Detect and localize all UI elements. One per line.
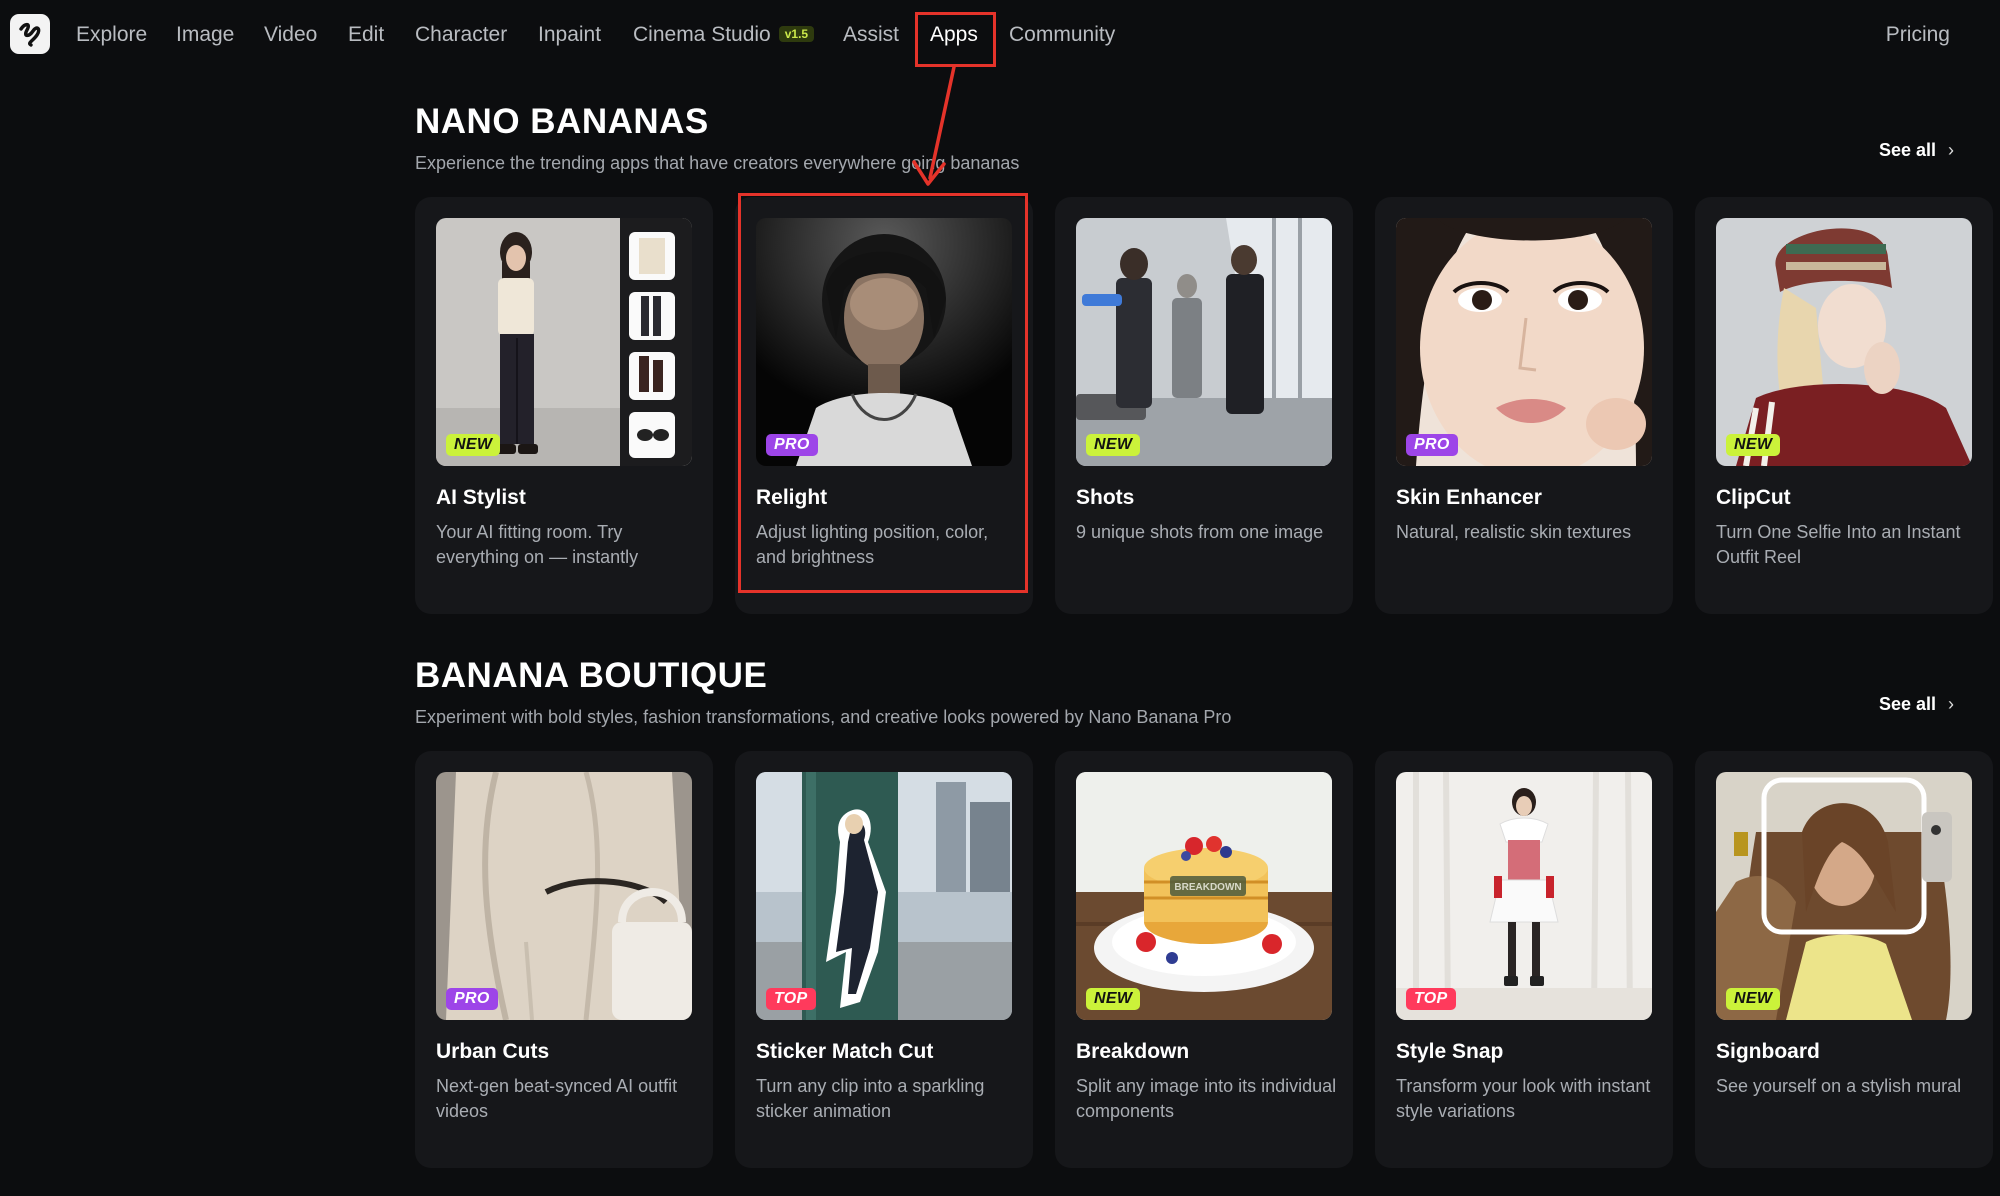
- app-thumbnail: NEW: [1076, 218, 1332, 466]
- app-thumbnail: PRO: [756, 218, 1012, 466]
- app-description: Next-gen beat-synced AI outfit videos: [436, 1076, 678, 1121]
- app-description: Turn One Selfie Into an Instant Outfit R…: [1716, 522, 1961, 567]
- app-thumbnail: TOP: [756, 772, 1012, 1020]
- tag-badge: PRO: [766, 434, 818, 456]
- nav-assist[interactable]: Assist: [843, 22, 899, 48]
- app-title: Style Snap: [1396, 1040, 1504, 1063]
- app-description: Split any image into its individual comp…: [1076, 1076, 1337, 1121]
- nav-inpaint[interactable]: Inpaint: [538, 22, 601, 48]
- app-thumbnail: PRO: [436, 772, 692, 1020]
- nav-cinema-studio-label: Cinema Studio: [633, 23, 771, 46]
- nav-video[interactable]: Video: [264, 22, 317, 48]
- version-badge: v1.5: [778, 26, 815, 42]
- app-description: 9 unique shots from one image: [1076, 522, 1324, 542]
- app-thumbnail: BREAKDOWN NEW: [1076, 772, 1332, 1020]
- app-description: Turn any clip into a sparkling sticker a…: [756, 1076, 985, 1121]
- app-title: AI Stylist: [436, 486, 526, 509]
- tag-badge: NEW: [1086, 434, 1141, 456]
- tag-badge: PRO: [1406, 434, 1458, 456]
- app-thumbnail: NEW: [1716, 218, 1972, 466]
- app-card-sticker-match-cut[interactable]: TOP Sticker Match Cut Turn any clip into…: [735, 751, 1033, 1168]
- nav-community[interactable]: Community: [1009, 22, 1115, 48]
- section-subtitle-nano-bananas: Experience the trending apps that have c…: [415, 153, 1020, 173]
- app-thumbnail: NEW: [1716, 772, 1972, 1020]
- app-thumbnail: NEW: [436, 218, 692, 466]
- tag-badge: NEW: [446, 434, 501, 456]
- section-title-nano-bananas: NANO BANANAS: [415, 102, 709, 141]
- tag-badge: NEW: [1726, 988, 1781, 1010]
- tag-badge: TOP: [766, 988, 816, 1010]
- tag-badge: PRO: [446, 988, 498, 1010]
- app-card-clipcut[interactable]: NEW ClipCut Turn One Selfie Into an Inst…: [1695, 197, 1993, 614]
- app-description: Adjust lighting position, color, and bri…: [756, 522, 989, 567]
- app-title: Signboard: [1716, 1040, 1820, 1063]
- app-card-breakdown[interactable]: BREAKDOWN NEW Breakdown Split any image …: [1055, 751, 1353, 1168]
- app-title: Sticker Match Cut: [756, 1040, 934, 1063]
- app-description: Natural, realistic skin textures: [1396, 522, 1632, 542]
- app-title: Skin Enhancer: [1396, 486, 1542, 509]
- nav-cinema-studio[interactable]: Cinema Studio v1.5: [633, 22, 815, 48]
- app-description: See yourself on a stylish mural: [1716, 1076, 1962, 1096]
- overlay-label: BREAKDOWN: [1174, 882, 1241, 893]
- app-description: Your AI fitting room. Try everything on …: [436, 522, 639, 567]
- logo-icon[interactable]: [10, 14, 50, 54]
- app-card-signboard[interactable]: NEW Signboard See yourself on a stylish …: [1695, 751, 1993, 1168]
- nav-character[interactable]: Character: [415, 22, 507, 48]
- app-title: Shots: [1076, 486, 1135, 509]
- section-title-banana-boutique: BANANA BOUTIQUE: [415, 656, 768, 695]
- tag-badge: NEW: [1726, 434, 1781, 456]
- app-card-shots[interactable]: NEW Shots 9 unique shots from one image: [1055, 197, 1353, 614]
- nav-pricing[interactable]: Pricing: [1886, 22, 1950, 48]
- app-title: Relight: [756, 486, 828, 509]
- nav-apps[interactable]: Apps: [930, 22, 978, 48]
- app-thumbnail: TOP: [1396, 772, 1652, 1020]
- app-title: Breakdown: [1076, 1040, 1190, 1063]
- chevron-right-icon: ›: [1948, 140, 1954, 160]
- app-card-relight[interactable]: PRO Relight Adjust lighting position, co…: [735, 197, 1033, 614]
- app-card-ai-stylist[interactable]: NEW AI Stylist Your AI fitting room. Try…: [415, 197, 713, 614]
- nav-image[interactable]: Image: [176, 22, 234, 48]
- see-all-banana-boutique[interactable]: See all ›: [1879, 694, 1954, 715]
- app-description: Transform your look with instant style v…: [1396, 1076, 1651, 1121]
- top-nav: Explore Image Video Edit Character Inpai…: [0, 0, 2000, 70]
- app-title: Urban Cuts: [436, 1040, 550, 1063]
- app-card-style-snap[interactable]: TOP Style Snap Transform your look with …: [1375, 751, 1673, 1168]
- nav-edit[interactable]: Edit: [348, 22, 384, 48]
- tag-badge: TOP: [1406, 988, 1456, 1010]
- section-subtitle-banana-boutique: Experiment with bold styles, fashion tra…: [415, 707, 1232, 727]
- page: Explore Image Video Edit Character Inpai…: [0, 0, 2000, 1196]
- tag-badge: NEW: [1086, 988, 1141, 1010]
- chevron-right-icon: ›: [1948, 694, 1954, 714]
- app-title: ClipCut: [1716, 486, 1791, 509]
- app-card-urban-cuts[interactable]: PRO Urban Cuts Next-gen beat-synced AI o…: [415, 751, 713, 1168]
- nav-explore[interactable]: Explore: [76, 22, 147, 48]
- see-all-label: See all: [1878, 694, 1936, 714]
- app-card-skin-enhancer[interactable]: PRO Skin Enhancer Natural, realistic ski…: [1375, 197, 1673, 614]
- see-all-label: See all: [1878, 140, 1936, 160]
- see-all-nano-bananas[interactable]: See all ›: [1879, 140, 1954, 161]
- app-thumbnail: PRO: [1396, 218, 1652, 466]
